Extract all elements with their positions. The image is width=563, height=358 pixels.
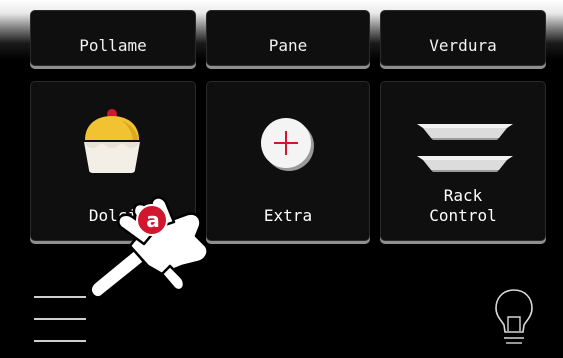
rack-trays-icon (417, 124, 513, 172)
light-bulb-icon[interactable] (492, 287, 536, 349)
menu-line (34, 318, 86, 320)
tile-extra-label: Extra (263, 206, 313, 225)
pointing-hand-icon (89, 196, 209, 299)
tile-pane[interactable]: Pane (206, 10, 370, 66)
tile-rack-control[interactable]: Rack Control (380, 81, 546, 241)
plus-circle-icon (261, 118, 314, 171)
hint-badge-label: a (146, 208, 160, 232)
tile-pollame[interactable]: Pollame (30, 10, 196, 66)
menu-line (34, 340, 86, 342)
tile-verdura-label: Verdura (429, 36, 497, 55)
cupcake-icon (84, 109, 140, 173)
tile-extra[interactable]: Extra (206, 81, 370, 241)
tile-pollame-label: Pollame (79, 36, 147, 55)
tile-verdura[interactable]: Verdura (380, 10, 546, 66)
tile-pane-label: Pane (268, 36, 308, 55)
tile-rack-control-label: Rack Control (429, 186, 497, 225)
